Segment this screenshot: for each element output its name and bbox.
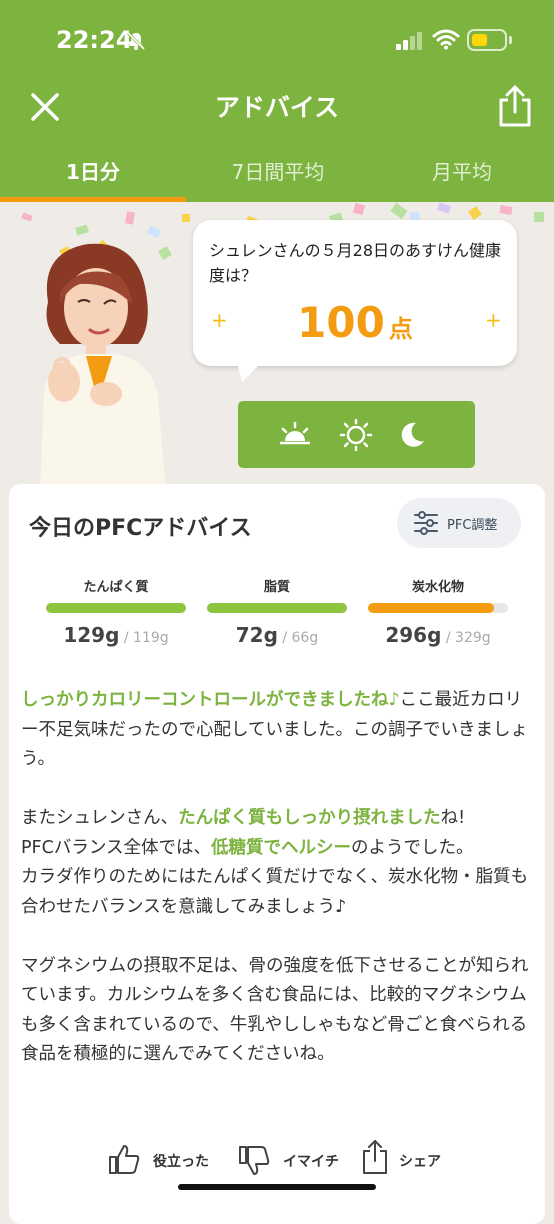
page-title: アドバイス: [214, 93, 340, 122]
pfc-carbs: 炭水化物 296g / 329g: [368, 576, 508, 647]
moon-icon[interactable]: [400, 421, 426, 449]
tab-daily[interactable]: 1日分: [0, 156, 186, 185]
share-icon: [363, 1140, 387, 1174]
advice-paragraph: マグネシウムの摂取不足は、骨の強度を低下させることが知られています。カルシウムを…: [21, 955, 529, 1065]
pfc-name: 脂質: [263, 580, 290, 595]
score-message: シュレンさんの５月28日のあすけん健康度は？: [209, 241, 502, 285]
advice-text-span: のようでした。: [351, 837, 474, 858]
battery-tip: [509, 36, 512, 44]
advice-highlight: たんぱく質もしっかり摂れました: [178, 808, 441, 828]
score-unit: 点: [388, 315, 413, 343]
signal-icon: [396, 32, 422, 50]
pfc-name: たんぱく質: [83, 580, 149, 595]
share-icon[interactable]: [496, 84, 534, 128]
advice-paragraph: カラダ作りのためにはたんぱく質だけでなく、炭水化物・脂質も合わせたバランスを意識…: [21, 867, 529, 917]
pfc-value: 72g: [235, 623, 278, 647]
time-of-day-panel: [238, 401, 475, 468]
not-good-label: イマイチ: [283, 1154, 339, 1170]
advice-paragraph: PFCバランス全体では、低糖質でヘルシーのようでした。: [21, 834, 531, 864]
pfc-fat: 脂質 72g / 66g: [207, 576, 347, 647]
pfc-target: / 329g: [441, 630, 491, 646]
pfc-value: 296g: [385, 623, 442, 647]
sliders-icon: [414, 511, 438, 535]
share-label: シェア: [399, 1154, 441, 1170]
pfc-target: / 66g: [277, 630, 319, 646]
pfc-advice-card: 今日のPFCアドバイス PFC調整 たんぱく質 129g / 119g 脂質 7…: [9, 484, 545, 1224]
advice-paragraph: またシュレンさん、たんぱく質もしっかり摂れましたね!: [21, 804, 531, 834]
pfc-adjust-label: PFC調整: [447, 518, 498, 533]
thumbs-up-icon: [109, 1145, 140, 1174]
advice-text-span: またシュレンさん、: [21, 808, 179, 828]
advice-text-span: ね!: [440, 808, 466, 828]
sun-icon[interactable]: [340, 419, 372, 451]
health-score: 100 点: [193, 298, 517, 347]
pfc-progress-fill: [368, 603, 494, 613]
pfc-name: 炭水化物: [411, 580, 464, 595]
bubble-tail: [236, 358, 266, 382]
tab-7day-average[interactable]: 7日間平均: [186, 156, 370, 185]
pfc-progress-bar: [368, 603, 508, 613]
pfc-value: 129g: [63, 623, 120, 647]
pfc-card-title: 今日のPFCアドバイス: [29, 516, 252, 541]
helpful-label: 役立った: [153, 1154, 209, 1170]
home-indicator: [178, 1184, 376, 1190]
advice-highlight: しっかりカロリーコントロールができましたね♪: [21, 690, 400, 710]
pfc-target: / 119g: [119, 630, 169, 646]
pfc-progress-bar: [46, 603, 186, 613]
score-value: 100: [297, 298, 385, 347]
wifi-icon: [432, 29, 460, 50]
thumbs-down-icon: [239, 1146, 270, 1175]
advice-highlight: 低糖質でヘルシー: [211, 837, 351, 858]
bell-muted-icon: [126, 31, 146, 51]
tab-monthly-average[interactable]: 月平均: [370, 156, 554, 185]
battery-icon: [467, 29, 507, 51]
score-bubble: シュレンさんの５月28日のあすけん健康度は？ + + 100 点: [193, 220, 517, 366]
advice-text-span: PFCバランス全体では、: [21, 837, 211, 858]
tab-indicator: [0, 197, 186, 202]
sunrise-icon[interactable]: [278, 421, 312, 447]
status-time: 22:24: [56, 26, 133, 54]
pfc-adjust-button[interactable]: PFC調整: [397, 498, 521, 548]
advisor-character-illustration: [40, 243, 166, 492]
advice-paragraph: しっかりカロリーコントロールができましたね♪ここ最近カロリー不足気味だったので心…: [21, 686, 531, 775]
pfc-progress-bar: [207, 603, 347, 613]
pfc-protein: たんぱく質 129g / 119g: [46, 576, 186, 647]
pfc-progress-fill: [207, 603, 347, 613]
app-header: 22:24 アドバイス 1日分 7日間平均 月平均: [0, 0, 554, 202]
advice-text: しっかりカロリーコントロールができましたね♪ここ最近カロリー不足気味だったので心…: [21, 686, 531, 1070]
pfc-progress-fill: [46, 603, 186, 613]
